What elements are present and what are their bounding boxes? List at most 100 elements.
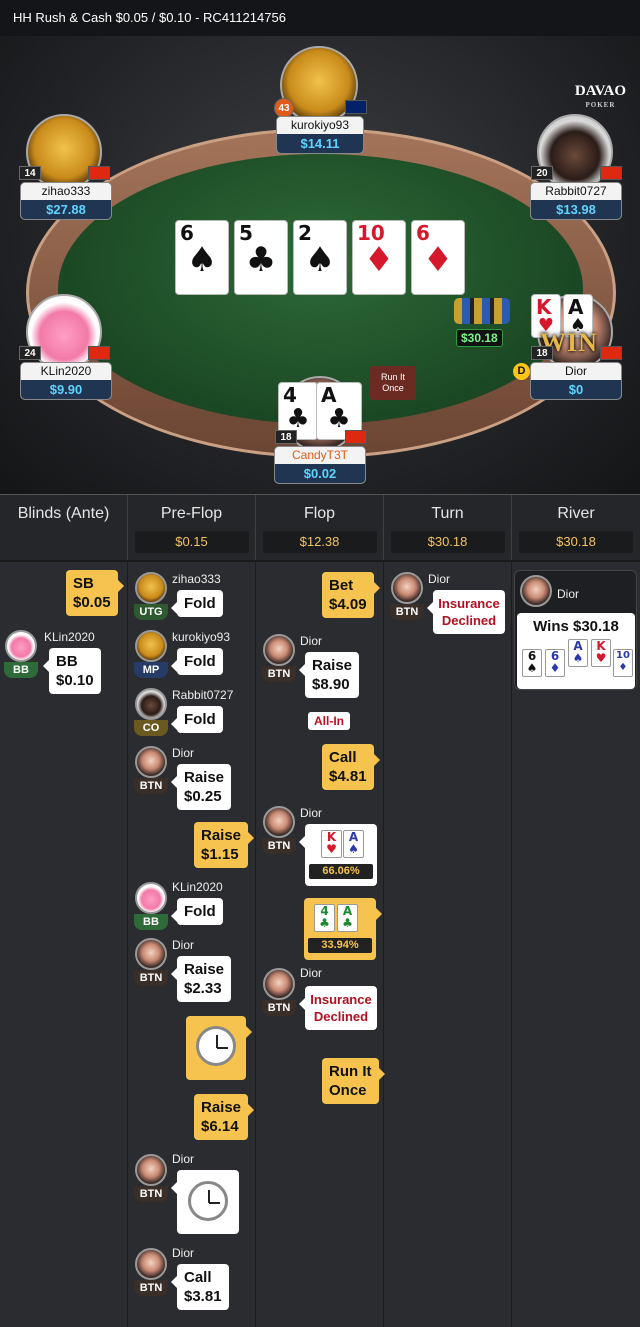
player-nameplate[interactable]: CandyT3T $0.02 [274,446,366,484]
sb-bubble: SB $0.05 [66,570,124,616]
col-river: Dior Wins $30.18 6 ♠ 6 ♦ A ♠ K ♥ 10 ♦ [512,562,640,1327]
avatar [135,1248,167,1280]
avatar [135,572,167,604]
timebank-bubble [186,1016,252,1080]
mini-card: A ♠ [343,830,364,858]
flag-uk-icon [345,100,367,114]
action-bubble: Raise $8.90 [298,652,360,698]
player-name: Dior [172,1246,195,1260]
player-name: zihao333 [21,183,111,200]
avatar [135,630,167,662]
showdown-bubble: K ♥ A ♠ 66.06% [299,824,377,886]
player-name: KLin2020 [21,363,111,380]
bb-bubble: BB $0.10 [43,648,101,694]
player-stack: $13.98 [531,200,621,219]
level-badge: 43 [274,98,294,118]
dealer-button: D [513,363,530,380]
street-header: Blinds (Ante) Pre-Flop $0.15 Flop $12.38 T… [0,494,640,561]
avatar [391,572,423,604]
player-name: kurokiyo93 [172,630,231,644]
all-in-badge: All-In [308,712,350,730]
position-badge: BB [134,914,168,930]
mini-card: K ♥ [591,639,611,667]
player-name: zihao333 [172,572,221,586]
player-name: CandyT3T [275,447,365,464]
insurance-declined: Insurance Declined [299,986,377,1030]
position-badge: BTN [134,970,168,986]
showdown-bubble: 4 ♣ A ♣ 33.94% [304,898,382,960]
mini-card: K ♥ [321,830,342,858]
action-bubble: Fold [171,590,223,617]
position-badge: CO [134,720,168,736]
avatar [263,806,295,838]
action-bubble: Bet $4.09 [322,572,380,618]
player-stack: $0 [531,380,621,399]
action-bubble: Raise $0.25 [170,764,232,810]
mini-card: 4 ♣ [314,904,335,932]
board-card: 2 ♠ [293,220,347,295]
flag-cn-icon [88,346,110,360]
equity-label: 66.06% [309,864,373,879]
player-nameplate[interactable]: KLin2020 $9.90 [20,362,112,400]
player-stack: $14.11 [277,134,363,153]
action-bubble: Fold [171,648,223,675]
timebank-bubble [171,1170,239,1234]
board-card: 10 ♦ [352,220,406,295]
player-nameplate[interactable]: kurokiyo93 $14.11 [276,116,364,154]
position-badge: BB [4,662,38,678]
level-badge: 18 [275,430,297,444]
player-name: Rabbit0727 [172,688,234,702]
player-nameplate[interactable]: Rabbit0727 $13.98 [530,182,622,220]
flag-hk-icon [600,166,622,180]
wins-text: Wins $30.18 [533,618,619,635]
avatar [520,575,552,607]
position-badge: BTN [134,1186,168,1202]
wins-bubble: Wins $30.18 6 ♠ 6 ♦ A ♠ K ♥ 10 ♦ [517,613,635,689]
flag-hk-icon [600,346,622,360]
position-badge: UTG [134,604,168,620]
level-badge: 24 [19,346,41,360]
player-stack: $0.02 [275,464,365,483]
player-name: Rabbit0727 [531,183,621,200]
avatar [5,630,37,662]
avatar [263,968,295,1000]
avatar [135,938,167,970]
board-card: 6 ♦ [411,220,465,295]
player-name: Dior [557,587,580,601]
player-name: Dior [172,938,195,952]
position-badge: BTN [390,604,424,620]
board-card: 5 ♣ [234,220,288,295]
player-nameplate[interactable]: Dior $0 [530,362,622,400]
action-bubble: Fold [171,898,223,925]
player-name: Dior [172,746,195,760]
street-flop: Flop $12.38 [256,495,384,561]
poker-table-view: DAVAO POKER 43 kurokiyo93 $14.11 14 zihao… [0,36,640,494]
player-name: Dior [300,806,323,820]
avatar [135,688,167,720]
player-name: Dior [300,966,323,980]
action-bubble: Raise $2.33 [170,956,232,1002]
player-name: Dior [531,363,621,380]
player-stack: $27.88 [21,200,111,219]
insurance-declined: Insurance Declined [427,590,505,634]
mini-card: 10 ♦ [613,649,633,677]
action-bubble: Fold [171,706,223,733]
position-badge: BTN [262,1000,296,1016]
avatar [135,882,167,914]
action-bubble: Raise $6.14 [194,1094,255,1140]
level-badge: 20 [531,166,553,180]
winner-panel: Dior Wins $30.18 6 ♠ 6 ♦ A ♠ K ♥ 10 ♦ [514,570,637,690]
player-nameplate[interactable]: zihao333 $27.88 [20,182,112,220]
equity-label: 33.94% [308,938,372,953]
player-name: KLin2020 [172,880,223,894]
run-it-once-badge: Run It Once [370,366,416,400]
player-name: Dior [172,1152,195,1166]
position-badge: MP [134,662,168,678]
flag-cn-icon [88,166,110,180]
street-preflop: Pre-Flop $0.15 [128,495,256,561]
col-blinds: SB $0.05 BB KLin2020 BB $0.10 [0,562,128,1327]
col-preflop: UTG zihao333 Fold MP kurokiyo93 Fold CO … [128,562,256,1327]
col-turn: BTN Dior Insurance Declined [384,562,512,1327]
avatar [263,634,295,666]
street-turn: Turn $30.18 [384,495,512,561]
